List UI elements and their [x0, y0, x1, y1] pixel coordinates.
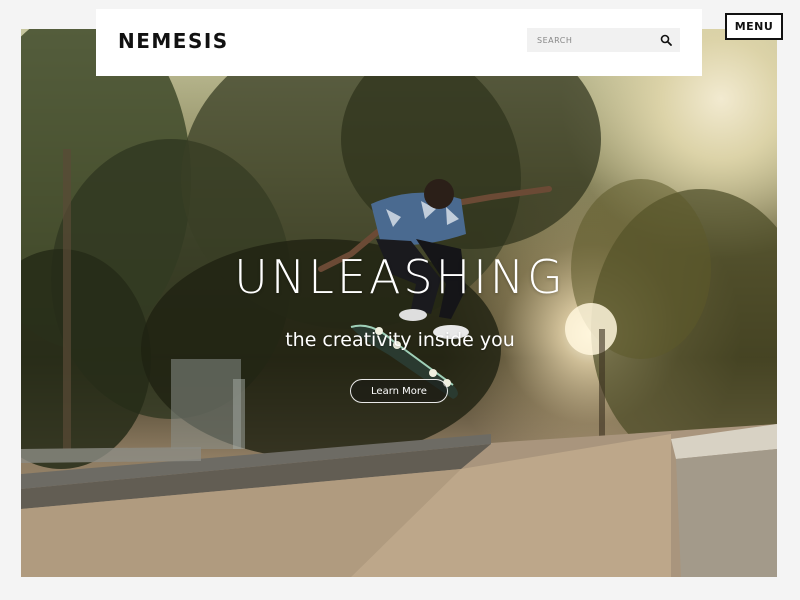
learn-more-button[interactable]: Learn More — [350, 379, 448, 403]
site-header: NEMESIS — [96, 9, 702, 76]
hero-subline: the creativity inside you — [285, 329, 515, 351]
site-logo[interactable]: NEMESIS — [118, 29, 229, 53]
search-box — [527, 28, 680, 52]
hero-headline: UNLEASHING — [234, 250, 566, 304]
search-icon[interactable] — [660, 34, 672, 46]
search-input[interactable] — [527, 28, 652, 52]
menu-button[interactable]: MENU — [725, 13, 783, 40]
